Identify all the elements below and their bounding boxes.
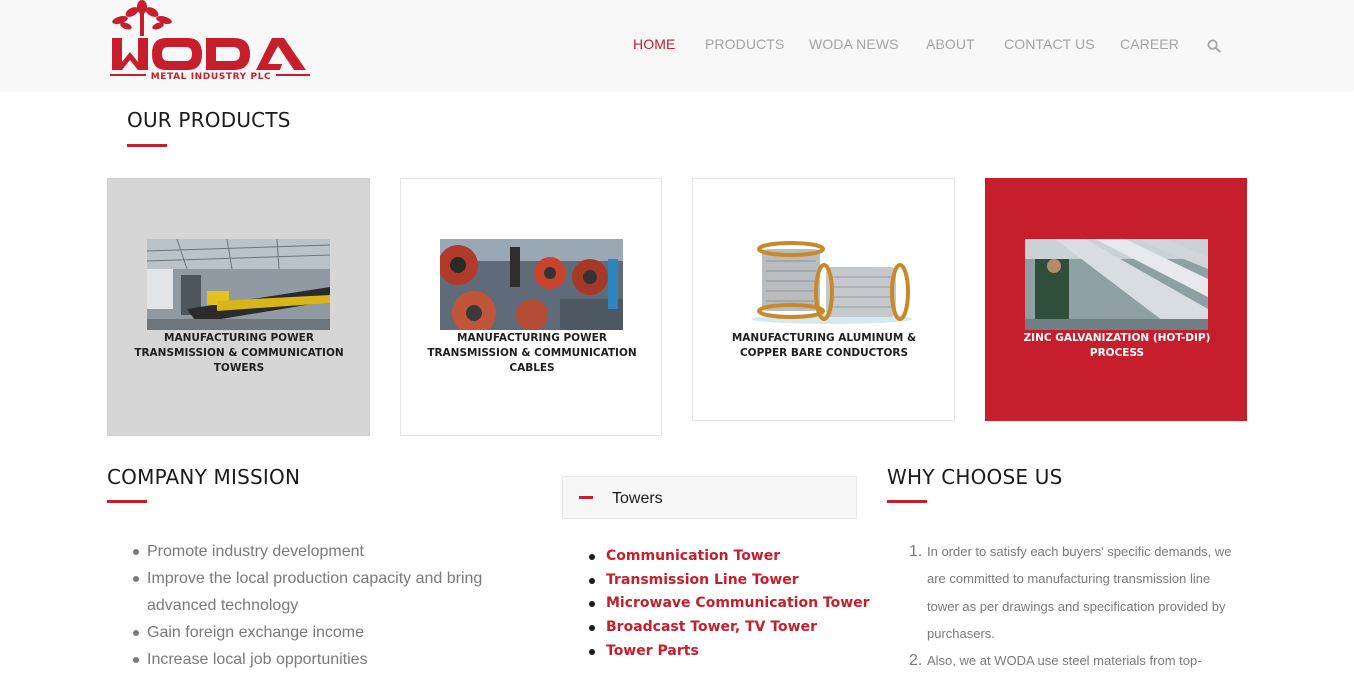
products-title: OUR PRODUCTS: [127, 108, 291, 132]
towers-list: Communication Tower Transmission Line To…: [587, 545, 870, 664]
tower-link[interactable]: Tower Parts: [587, 640, 870, 664]
tower-link[interactable]: Broadcast Tower, TV Tower: [587, 616, 870, 640]
list-number: 1.: [909, 543, 923, 560]
product-card-cables[interactable]: MANUFACTURING POWER TRANSMISSION & COMMU…: [400, 178, 662, 436]
nav-about[interactable]: ABOUT: [926, 36, 975, 52]
mission-list: Promote industry development Improve the…: [131, 538, 491, 673]
list-text: Also, we at WODA use steel materials fro…: [927, 653, 1202, 669]
product-card-towers[interactable]: MANUFACTURING POWER TRANSMISSION & COMMU…: [107, 178, 370, 436]
galvanization-photo: [1025, 239, 1208, 330]
product-caption: ZINC GALVANIZATION (HOT-DIP) PROCESS: [1023, 332, 1211, 359]
collapse-minus-icon: [579, 496, 593, 499]
tower-link[interactable]: Communication Tower: [587, 545, 870, 569]
nav-home[interactable]: HOME: [633, 36, 675, 52]
product-caption: MANUFACTURING POWER TRANSMISSION & COMMU…: [134, 332, 344, 374]
woda-logo[interactable]: METAL INDUSTRY PLC: [106, 0, 312, 82]
list-item: Gain foreign exchange income: [131, 619, 491, 646]
product-card-conductors[interactable]: MANUFACTURING ALUMINUM & COPPER BARE CON…: [692, 178, 955, 421]
towers-accordion-header[interactable]: Towers: [562, 476, 857, 519]
tower-link[interactable]: Microwave Communication Tower: [587, 592, 870, 616]
cable-factory-photo: [440, 239, 623, 330]
accordion-label: Towers: [612, 490, 663, 507]
factory-tower-photo: [147, 239, 330, 330]
product-caption: MANUFACTURING POWER TRANSMISSION & COMMU…: [427, 332, 637, 374]
list-number: 2.: [909, 652, 923, 670]
tower-link[interactable]: Transmission Line Tower: [587, 569, 870, 593]
list-item: Improve the local production capacity an…: [131, 565, 491, 619]
products-title-underline: [127, 144, 167, 147]
list-text: In order to satisfy each buyers' specifi…: [927, 544, 1232, 641]
search-icon[interactable]: [1207, 38, 1221, 53]
list-item: Promote industry development: [131, 538, 491, 565]
site-header: METAL INDUSTRY PLC HOME PRODUCTS WODA NE…: [0, 0, 1354, 90]
mission-title-underline: [107, 500, 147, 503]
product-caption: MANUFACTURING ALUMINUM & COPPER BARE CON…: [731, 332, 917, 359]
nav-products[interactable]: PRODUCTS: [705, 36, 784, 52]
wire-spools-photo: [732, 239, 915, 330]
list-item: Increase local job opportunities: [131, 646, 491, 673]
why-list: 1. In order to satisfy each buyers' speci…: [906, 538, 1241, 674]
nav-career[interactable]: CAREER: [1120, 36, 1179, 52]
nav-woda-news[interactable]: WODA NEWS: [809, 36, 899, 52]
logo-tagline: METAL INDUSTRY PLC: [151, 72, 271, 82]
why-title: WHY CHOOSE US: [887, 465, 1063, 489]
list-item: 1. In order to satisfy each buyers' speci…: [906, 538, 1241, 647]
why-title-underline: [887, 500, 927, 503]
nav-contact-us[interactable]: CONTACT US: [1004, 36, 1095, 52]
list-item: 2. Also, we at WODA use steel materials f…: [906, 647, 1241, 674]
mission-title: COMPANY MISSION: [107, 465, 301, 489]
product-card-galvanization[interactable]: ZINC GALVANIZATION (HOT-DIP) PROCESS: [985, 178, 1247, 421]
